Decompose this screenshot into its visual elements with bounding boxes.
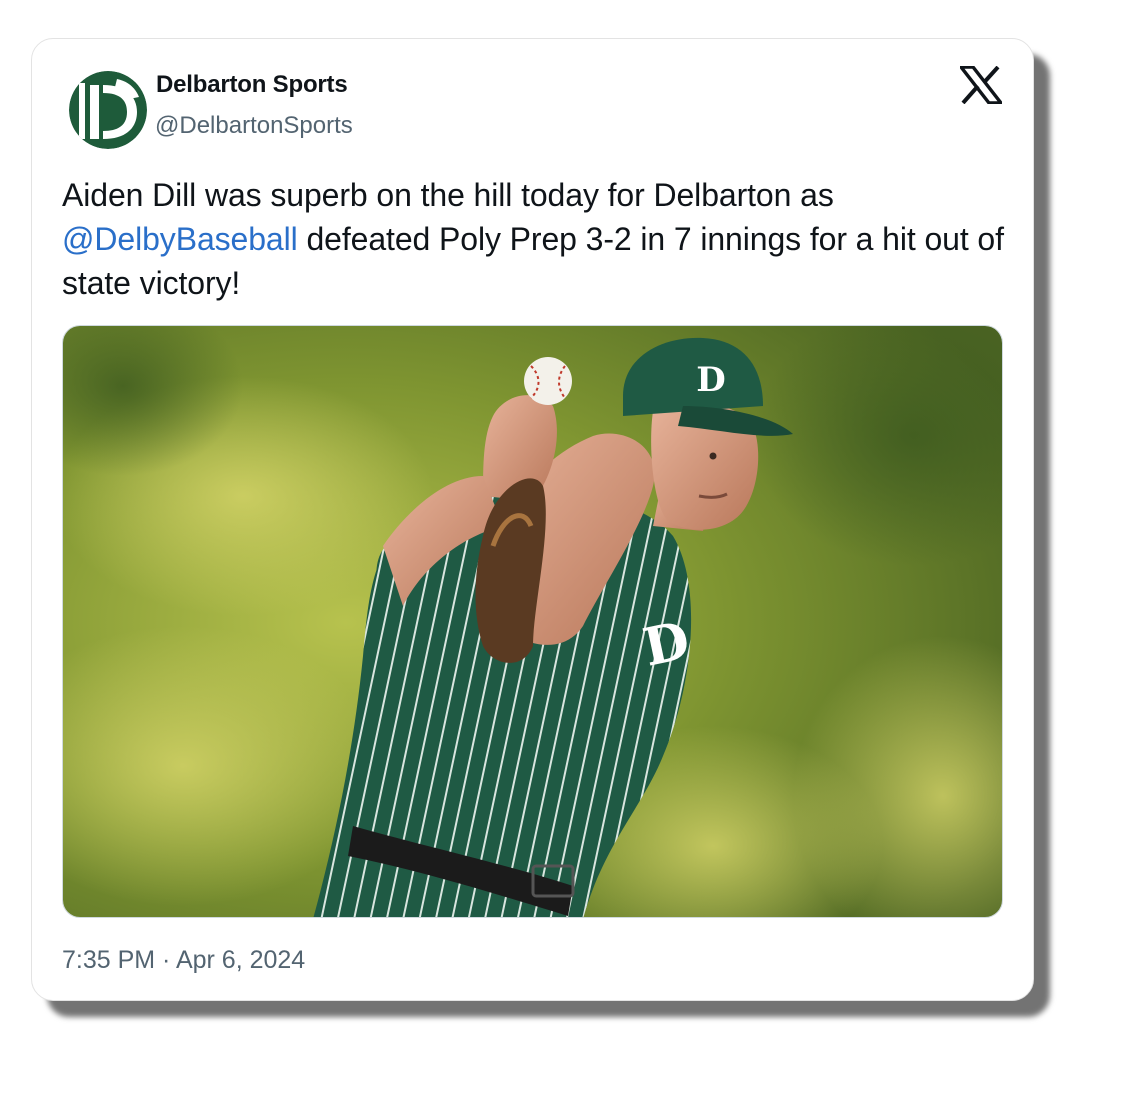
tweet-text-part1: Aiden Dill was superb on the hill today …: [62, 177, 834, 213]
mention-link[interactable]: @DelbyBaseball: [62, 221, 298, 257]
tweet-timestamp[interactable]: 7:35 PM · Apr 6, 2024: [62, 946, 305, 975]
tweet-text: Aiden Dill was superb on the hill today …: [62, 173, 1012, 305]
tweet-media-photo[interactable]: D D: [62, 325, 1003, 918]
account-display-name[interactable]: Delbarton Sports: [156, 71, 348, 99]
account-avatar[interactable]: [69, 71, 147, 149]
delbarton-logo-icon: [69, 71, 147, 149]
svg-text:D: D: [696, 360, 725, 400]
x-logo-icon[interactable]: [957, 65, 1005, 105]
tweet-card: Delbarton Sports @DelbartonSports Aiden …: [31, 38, 1034, 1001]
account-handle[interactable]: @DelbartonSports: [155, 112, 353, 140]
